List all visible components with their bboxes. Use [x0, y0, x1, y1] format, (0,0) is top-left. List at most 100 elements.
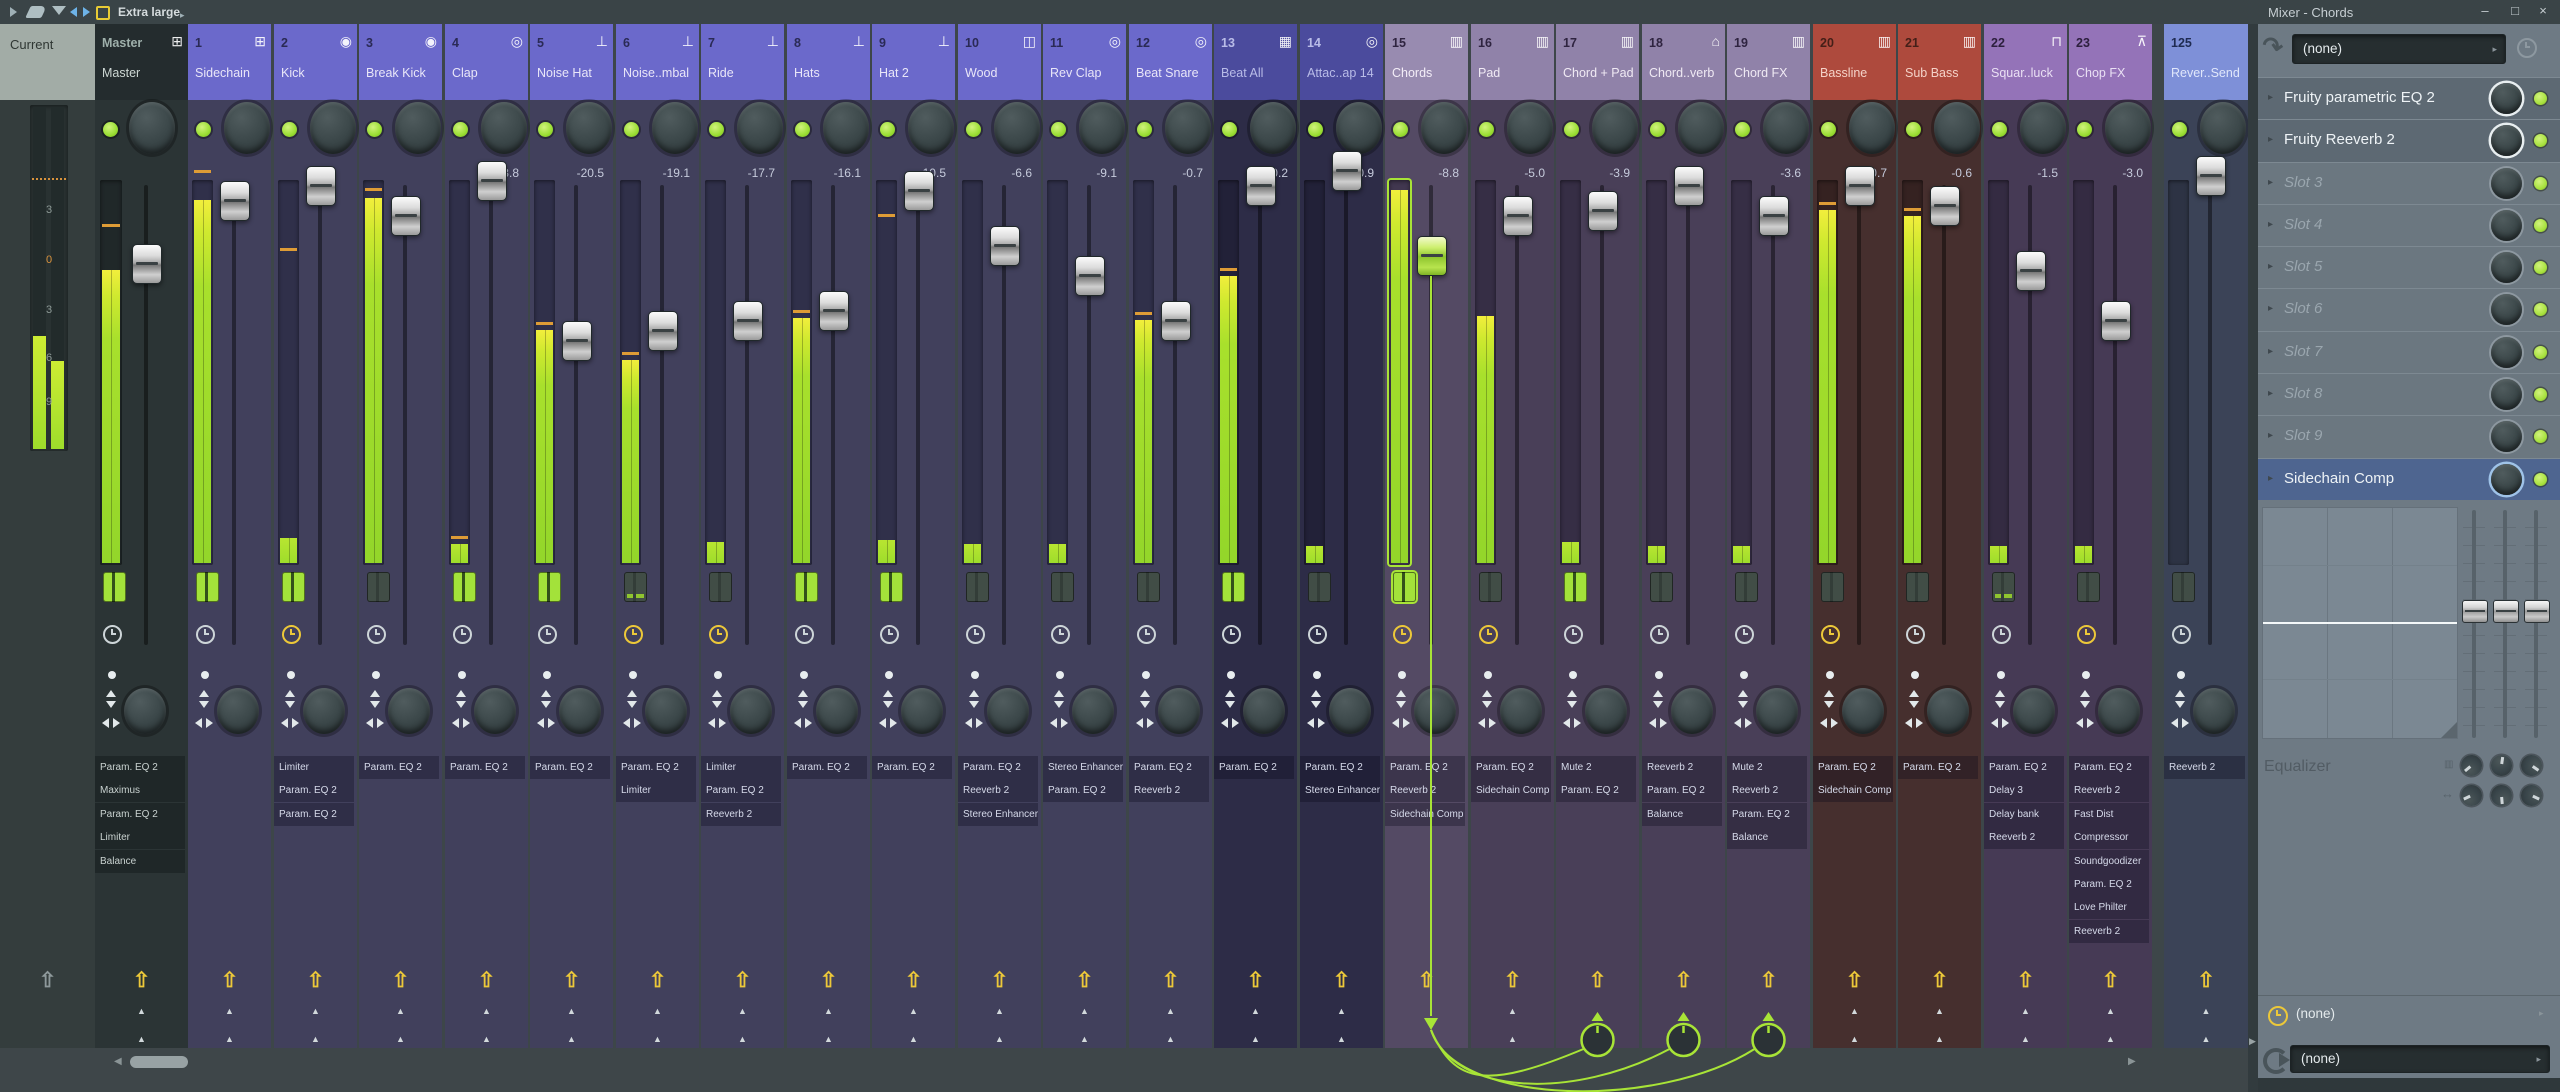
mixer-strip-13[interactable]: 13 ▦ Beat All -0.2 Param. EQ 2 ⇧ ▲ ▲ — [1214, 24, 1297, 1048]
mixer-strip-9[interactable]: 9⊥Hat 2-10.5Param. EQ 2⇧▲▲ — [872, 24, 955, 1048]
mute-led[interactable] — [2172, 572, 2195, 602]
plugin-row[interactable]: Param. EQ 2 — [95, 802, 185, 826]
plugin-row[interactable]: Limiter — [616, 779, 696, 803]
volume-fader-handle[interactable] — [648, 311, 678, 351]
automation-clock-icon[interactable] — [538, 625, 557, 644]
pan-knob[interactable] — [1585, 688, 1627, 734]
chevron-up[interactable]: ▲ — [1129, 1034, 1212, 1044]
plugin-row[interactable]: Soundgoodizer — [2069, 849, 2149, 873]
mute-led[interactable] — [1992, 572, 2015, 602]
pan-arrows-icon[interactable] — [366, 716, 384, 730]
solo-dot[interactable] — [1826, 671, 1834, 679]
chevron-up[interactable]: ▲ — [701, 1006, 784, 1016]
slot-expand-arrow-icon[interactable]: ▸ — [2268, 177, 2273, 188]
gain-knob[interactable] — [994, 102, 1040, 154]
plugin-row[interactable]: Param. EQ 2 — [1214, 756, 1294, 779]
slot-enable-led[interactable] — [2534, 92, 2547, 105]
mute-led[interactable] — [1821, 572, 1844, 602]
automation-clock-icon[interactable] — [2077, 625, 2096, 644]
volume-fader-handle[interactable] — [819, 291, 849, 331]
mixer-strip-12[interactable]: 12 ◎ Beat Snare -0.7 Param. EQ 2 Reeverb 2 ⇧ ▲ ▲ — [1129, 24, 1212, 1048]
chevron-up[interactable]: ▲ — [274, 1034, 357, 1044]
stereo-separation-icon[interactable] — [967, 690, 981, 708]
send-arrow-icon[interactable]: ⇧ — [1813, 968, 1896, 993]
maximize-button[interactable]: □ — [2504, 3, 2526, 18]
channel-led[interactable] — [2172, 122, 2187, 137]
channel-led[interactable] — [1137, 122, 1152, 137]
slot-expand-arrow-icon[interactable]: ▸ — [2268, 219, 2273, 230]
solo-dot[interactable] — [287, 671, 295, 679]
strip-header[interactable]: 15 ▥ Chords — [1385, 24, 1468, 100]
fader-groove[interactable] — [1087, 185, 1091, 645]
automation-clock-icon[interactable] — [1821, 625, 1840, 644]
fader-groove[interactable] — [1515, 185, 1519, 645]
send-arrow-icon[interactable]: ⇧ — [1129, 968, 1212, 993]
pan-arrows-icon[interactable] — [1563, 716, 1581, 730]
stereo-separation-icon[interactable] — [1480, 690, 1494, 708]
strip-header[interactable]: 16 ▥ Pad — [1471, 24, 1554, 100]
equalizer-graph[interactable] — [2262, 507, 2458, 739]
plugin-row[interactable]: Delay 3 — [1984, 779, 2064, 803]
pan-knob[interactable] — [2193, 688, 2235, 734]
plugin-row[interactable]: Param. EQ 2 — [787, 756, 867, 779]
plugin-slot-8[interactable]: ▸ Slot 8 — [2258, 373, 2560, 416]
pan-arrows-icon[interactable] — [2076, 716, 2094, 730]
fader-groove[interactable] — [1344, 185, 1348, 645]
gain-knob[interactable] — [481, 102, 527, 154]
mute-led[interactable] — [966, 572, 989, 602]
gain-knob[interactable] — [395, 102, 441, 154]
stereo-separation-icon[interactable] — [1822, 690, 1836, 708]
chevron-up[interactable]: ▲ — [1214, 1034, 1297, 1044]
strip-header[interactable]: 6 ⊥ Noise..mbal — [616, 24, 699, 100]
fader-groove[interactable] — [489, 185, 493, 645]
chevron-up[interactable]: ▲ — [2069, 1034, 2152, 1044]
mute-led[interactable] — [453, 572, 476, 602]
pan-knob[interactable] — [124, 688, 166, 734]
channel-led[interactable] — [1479, 122, 1494, 137]
pan-knob[interactable] — [474, 688, 516, 734]
mixer-strip-Master[interactable]: Master ⊞ Master Param. EQ 2 Maximus Param. EQ… — [95, 24, 188, 1048]
gain-knob[interactable] — [566, 102, 612, 154]
pan-arrows-icon[interactable] — [452, 716, 470, 730]
filter-icon[interactable] — [52, 6, 66, 15]
slot-mix-knob[interactable] — [2491, 209, 2522, 241]
chevron-up[interactable]: ▲ — [1043, 1006, 1126, 1016]
stereo-separation-icon[interactable] — [1052, 690, 1066, 708]
slot-enable-led[interactable] — [2534, 388, 2547, 402]
fader-groove[interactable] — [1173, 185, 1177, 645]
automation-clock-icon[interactable] — [1650, 625, 1669, 644]
automation-clock-icon[interactable] — [453, 625, 472, 644]
automation-clock-icon[interactable] — [1308, 625, 1327, 644]
pan-knob[interactable] — [1927, 688, 1969, 734]
plugin-row[interactable]: Reeverb 2 — [1642, 756, 1722, 779]
chevron-up[interactable]: ▲ — [445, 1034, 528, 1044]
strip-header[interactable]: 5 ⊥ Noise Hat — [530, 24, 613, 100]
send-arrow-icon[interactable]: ⇧ — [1556, 968, 1639, 993]
chevron-up[interactable]: ▲ — [787, 1034, 870, 1044]
chevron-up[interactable]: ▲ — [872, 1034, 955, 1044]
plugin-row[interactable]: Param. EQ 2 — [1642, 779, 1722, 803]
mixer-strip-23[interactable]: 23 ⊼ Chop FX -3.0 Param. EQ 2 Reeverb 2 Fast D… — [2069, 24, 2152, 1048]
automation-clock-icon[interactable] — [2172, 625, 2191, 644]
pan-arrows-icon[interactable] — [1905, 716, 1923, 730]
chevron-up[interactable]: ▲ — [2069, 1006, 2152, 1016]
fader-groove[interactable] — [1771, 185, 1775, 645]
slot-expand-arrow-icon[interactable]: ▸ — [2268, 473, 2273, 484]
slot-mix-knob[interactable] — [2491, 252, 2522, 284]
send-clock-icon[interactable] — [2268, 1006, 2288, 1026]
channel-led[interactable] — [624, 122, 639, 137]
solo-dot[interactable] — [714, 671, 722, 679]
stereo-separation-icon[interactable] — [1223, 690, 1237, 708]
strip-header[interactable]: 14 ◎ Attac..ap 14 — [1300, 24, 1383, 100]
channel-led[interactable] — [1992, 122, 2007, 137]
mute-led[interactable] — [1393, 572, 1416, 602]
mixer-strip-17[interactable]: 17 ▥ Chord + Pad -3.9 Mute 2 Param. EQ 2 ⇧ — [1556, 24, 1639, 1048]
channel-led[interactable] — [2077, 122, 2092, 137]
plugin-row[interactable]: Param. EQ 2 — [2069, 756, 2149, 779]
slot-expand-arrow-icon[interactable]: ▸ — [2268, 388, 2273, 399]
chevron-up[interactable]: ▲ — [1898, 1006, 1981, 1016]
pan-knob[interactable] — [1243, 688, 1285, 734]
automation-clock-icon[interactable] — [282, 625, 301, 644]
channel-led[interactable] — [453, 122, 468, 137]
scroll-left-icon[interactable]: ◀ — [114, 1056, 122, 1067]
